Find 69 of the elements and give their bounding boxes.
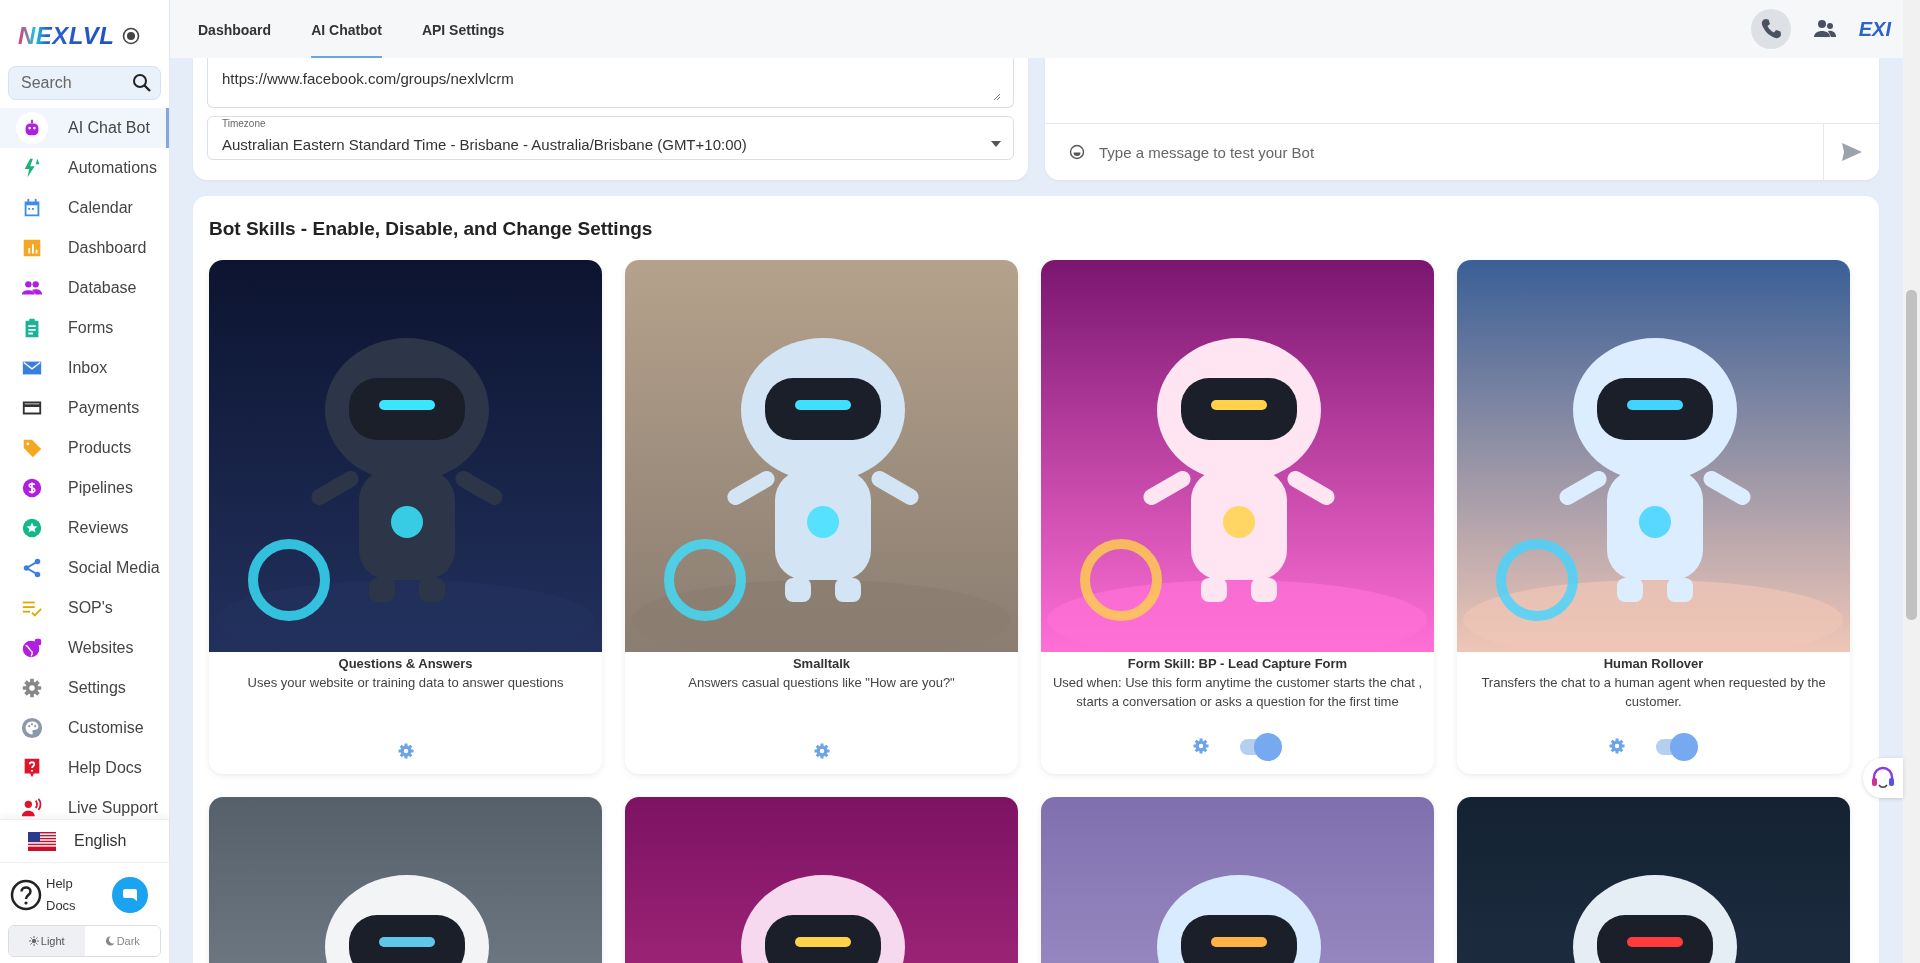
- section-title: Bot Skills - Enable, Disable, and Change Settings: [209, 218, 654, 240]
- settings-icon[interactable]: [1191, 737, 1210, 755]
- resize-handle-icon[interactable]: [993, 93, 1001, 101]
- skill-description: Uses your website or training data to answer questions: [247, 674, 564, 692]
- help-docs-label[interactable]: Help Docs: [46, 873, 82, 917]
- link-textarea[interactable]: https://www.facebook.com/groups/nexlvlcrm: [207, 58, 1014, 108]
- timezone-label: Timezone: [219, 118, 269, 129]
- language-selector[interactable]: English: [0, 819, 169, 862]
- chat-bubble-icon: [122, 887, 138, 903]
- skill-description: Answers casual questions like "How are you?": [688, 674, 955, 692]
- search-icon[interactable]: [132, 73, 152, 93]
- globe-icon: [21, 637, 43, 659]
- sidebar-item[interactable]: Social Media: [0, 548, 169, 588]
- skill-description: Used when: Use this form anytime the customer starts the chat , starts a conversation or asks a question for the first time: [1051, 674, 1424, 711]
- chat-launcher-button[interactable]: [112, 877, 148, 913]
- settings-icon[interactable]: [1607, 737, 1626, 755]
- skill-title: Form Skill: BP - Lead Capture Form: [1127, 656, 1348, 671]
- dollar-circle-icon: [21, 477, 43, 499]
- send-icon: [1840, 141, 1863, 163]
- sidebar-item[interactable]: Customise: [0, 708, 169, 748]
- scrollbar[interactable]: [1903, 0, 1920, 963]
- share-icon: [21, 557, 43, 579]
- theme-option[interactable]: Light: [9, 926, 85, 956]
- brand-logo: EXI: [1858, 17, 1891, 41]
- support-button[interactable]: [1863, 758, 1903, 798]
- sidebar-item[interactable]: Products: [0, 428, 169, 468]
- gear-icon: [21, 677, 43, 699]
- sidebar-item[interactable]: Calendar: [0, 188, 169, 228]
- sidebar-item[interactable]: Database: [0, 268, 169, 308]
- radio-icon[interactable]: [122, 27, 141, 45]
- bar-chart-icon: [21, 237, 43, 259]
- skill-title: Questions & Answers: [338, 656, 473, 671]
- timezone-select[interactable]: Timezone Australian Eastern Standard Time - Brisbane - Australia/Brisbane (GMT+10:00): [207, 116, 1014, 160]
- sidebar-item[interactable]: Dashboard: [0, 228, 169, 268]
- emoji-icon[interactable]: [1069, 144, 1085, 160]
- skill-title: Human Rollover: [1603, 656, 1704, 671]
- message-input[interactable]: Type a message to test your Bot: [1097, 142, 1823, 162]
- help-icon[interactable]: [10, 879, 42, 911]
- star-circle-icon: [21, 517, 43, 539]
- sidebar-item[interactable]: Help Docs: [0, 748, 169, 788]
- tag-icon: [21, 437, 43, 459]
- settings-icon[interactable]: [812, 742, 831, 760]
- headset-icon: [1870, 765, 1896, 791]
- sidebar-item[interactable]: Live Support: [0, 788, 169, 819]
- search-input[interactable]: Search: [21, 74, 132, 92]
- sidebar-item[interactable]: Payments: [0, 388, 169, 428]
- skill-title: Smalltalk: [792, 656, 851, 671]
- moon-icon: [104, 936, 115, 946]
- sidebar-item[interactable]: Pipelines: [0, 468, 169, 508]
- palette-icon: [21, 717, 43, 739]
- sidebar-item[interactable]: Reviews: [0, 508, 169, 548]
- skill-description: Transfers the chat to a human agent when requested by the customer.: [1480, 674, 1827, 711]
- sidebar-item[interactable]: Websites: [0, 628, 169, 668]
- caret-icon: [991, 141, 1001, 147]
- support-person-icon: [21, 797, 43, 819]
- sidebar-item[interactable]: Inbox: [0, 348, 169, 388]
- phone-button[interactable]: [1750, 9, 1791, 49]
- sidebar-item[interactable]: Automations: [0, 148, 169, 188]
- flag-icon: [28, 831, 56, 851]
- search-field[interactable]: Search: [8, 66, 161, 100]
- timezone-value: Australian Eastern Standard Time - Brisbane - Australia/Brisbane (GMT+10:00): [222, 135, 747, 153]
- settings-icon[interactable]: [396, 742, 415, 760]
- sun-icon: [28, 936, 39, 946]
- sidebar-item[interactable]: AI Chat Bot: [0, 108, 169, 148]
- sidebar-item[interactable]: Forms: [0, 308, 169, 348]
- sidebar-item[interactable]: Settings: [0, 668, 169, 708]
- tab[interactable]: API Settings: [421, 0, 505, 58]
- tab[interactable]: Dashboard: [198, 0, 272, 58]
- sidebar-item[interactable]: SOP's: [0, 588, 169, 628]
